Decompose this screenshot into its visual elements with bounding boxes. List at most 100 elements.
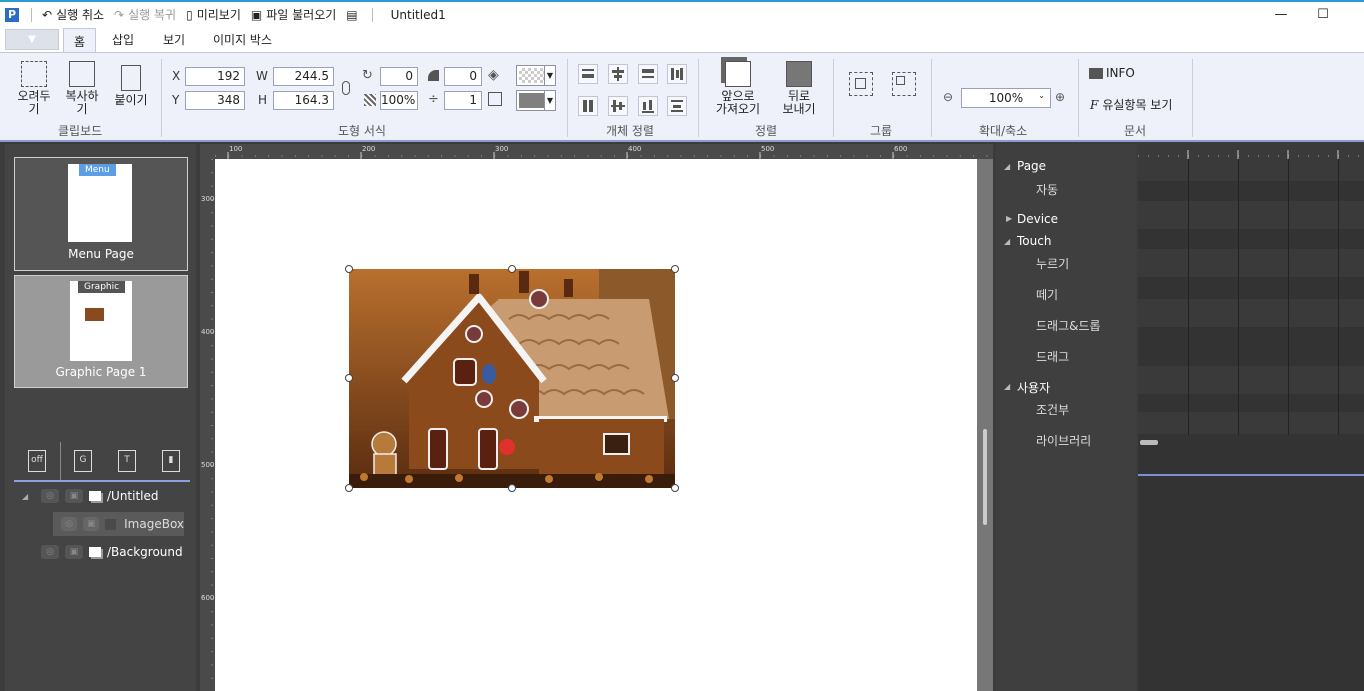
copy-button[interactable]: 복사하 기 [62, 61, 102, 116]
layer-imagebox[interactable]: ◎ ▣ ImageBox [53, 512, 184, 536]
event-touch[interactable]: Touch [1017, 234, 1051, 248]
collapse-icon[interactable]: ◢ [1004, 382, 1010, 391]
paste-button[interactable]: 붙이기 [110, 65, 152, 107]
rotation-input[interactable]: 0 [380, 67, 418, 86]
timeline-row[interactable] [1138, 159, 1364, 181]
fill-bucket-icon[interactable]: ◈ [488, 67, 499, 83]
stroke-width-input[interactable]: 1 [444, 91, 482, 110]
page-thumb-graphic[interactable]: Graphic Graphic Page 1 [14, 275, 188, 388]
bring-forward-button[interactable]: 앞으로 가져오기 [708, 61, 768, 116]
minimize-button[interactable]: — [1258, 2, 1304, 27]
canvas-scrollbar[interactable] [977, 159, 993, 691]
y-input[interactable]: 348 [185, 91, 245, 110]
missing-items-button[interactable]: F 유실항목 보기 [1090, 96, 1172, 113]
add-text-button[interactable]: T [118, 450, 136, 472]
align-left-button[interactable] [578, 96, 598, 116]
height-input[interactable]: 164.3 [273, 91, 334, 110]
distribute-v-button[interactable] [667, 96, 687, 116]
fill-color-picker[interactable]: ▼ [516, 65, 556, 86]
timeline-row[interactable] [1138, 366, 1364, 394]
resize-handle[interactable] [508, 484, 516, 492]
eye-icon[interactable]: ◎ [41, 545, 59, 559]
zoom-in-icon[interactable]: ⊕ [1055, 90, 1065, 104]
tab-insert[interactable]: 삽입 [112, 31, 134, 48]
eye-icon[interactable]: ◎ [41, 489, 59, 503]
lock-icon[interactable]: ▣ [65, 545, 83, 559]
file-menu-button[interactable]: ▼ [5, 29, 59, 50]
add-group-button[interactable]: G [74, 450, 92, 472]
collapse-icon[interactable]: ◢ [1004, 162, 1010, 171]
resize-handle[interactable] [345, 484, 353, 492]
align-top-button[interactable] [578, 64, 598, 84]
align-bottom-button[interactable] [638, 96, 658, 116]
lock-icon[interactable]: ▣ [65, 489, 83, 503]
opacity-input[interactable]: 100% [380, 91, 418, 110]
expand-icon[interactable]: ▶ [1006, 214, 1012, 223]
resize-handle[interactable] [671, 484, 679, 492]
lock-icon[interactable]: ▣ [83, 517, 100, 531]
stroke-color-picker[interactable]: ▼ [516, 90, 556, 111]
event-device[interactable]: Device [1017, 212, 1058, 226]
resize-handle[interactable] [508, 265, 516, 273]
link-ratio-icon[interactable] [342, 81, 350, 95]
event-user-library[interactable]: 라이브러리 [1036, 432, 1091, 449]
tab-view[interactable]: 보기 [163, 31, 185, 48]
event-auto[interactable]: 자동 [1036, 181, 1058, 198]
collapse-icon[interactable]: ◢ [1004, 237, 1010, 246]
timeline-row[interactable] [1138, 249, 1364, 277]
eye-icon[interactable]: ◎ [61, 517, 78, 531]
tab-home[interactable]: 홈 [63, 28, 97, 53]
zoom-out-icon[interactable]: ⊖ [943, 90, 953, 104]
cut-button[interactable]: 오려두 기 [14, 61, 54, 116]
distribute-h-button[interactable] [667, 64, 687, 84]
zoom-select[interactable]: 100% ⌄ [961, 88, 1051, 108]
divider [931, 59, 932, 137]
scrollbar-thumb[interactable] [983, 429, 987, 525]
corner-radius-input[interactable]: 0 [444, 67, 482, 86]
save-button[interactable]: ▤ [346, 8, 361, 22]
tab-image-box[interactable]: 이미지 박스 [213, 31, 272, 48]
maximize-button[interactable]: ☐ [1300, 2, 1346, 27]
event-page[interactable]: Page [1017, 159, 1046, 173]
collapse-icon[interactable]: ◢ [22, 492, 28, 501]
ruler-label: 200 [362, 145, 376, 153]
timeline-ruler [1138, 144, 1364, 159]
timeline-row[interactable] [1138, 201, 1364, 229]
hide-layer-button[interactable]: off [28, 450, 46, 472]
preview-button[interactable]: ▯ 미리보기 [186, 6, 241, 23]
group-button[interactable] [849, 72, 873, 96]
event-touch-drag[interactable]: 드래그 [1036, 348, 1069, 365]
event-touch-drag-drop[interactable]: 드래그&드롭 [1036, 317, 1101, 334]
resize-handle[interactable] [345, 374, 353, 382]
ungroup-button[interactable] [892, 72, 916, 96]
resize-handle[interactable] [671, 374, 679, 382]
timeline-row[interactable] [1138, 299, 1364, 327]
delete-layer-button[interactable]: ▮ [162, 450, 180, 472]
document-group-label: 문서 [1124, 124, 1147, 138]
resize-handle[interactable] [671, 265, 679, 273]
page-thumb-menu[interactable]: Menu Menu Page [14, 157, 188, 271]
border-icon[interactable] [488, 92, 502, 106]
event-touch-press[interactable]: 누르기 [1036, 255, 1069, 272]
redo-button[interactable]: ↷ 실행 복귀 [114, 6, 176, 23]
layer-untitled[interactable]: ◎ ▣ /Untitled [41, 484, 159, 508]
save-icon: ▤ [346, 7, 358, 22]
width-input[interactable]: 244.5 [273, 67, 334, 86]
align-middle-button[interactable] [608, 96, 628, 116]
send-backward-button[interactable]: 뒤로 보내기 [774, 61, 824, 116]
undo-button[interactable]: ↶ 실행 취소 [42, 6, 104, 23]
event-user-conditional[interactable]: 조건부 [1036, 401, 1069, 418]
align-right-button[interactable] [638, 64, 658, 84]
resize-handle[interactable] [345, 265, 353, 273]
image-box[interactable] [349, 269, 675, 488]
timeline-row[interactable] [1138, 412, 1364, 434]
align-center-h-button[interactable] [608, 64, 628, 84]
x-input[interactable]: 192 [185, 67, 245, 86]
layer-background[interactable]: ◎ ▣ /Background [41, 540, 183, 564]
info-button[interactable]: INFO [1089, 66, 1135, 80]
event-touch-release[interactable]: 떼기 [1036, 286, 1058, 303]
open-file-button[interactable]: ▣ 파일 불러오기 [251, 6, 336, 23]
event-user[interactable]: 사용자 [1017, 379, 1050, 396]
transparent-swatch [519, 68, 545, 83]
timeline-scrollbar-thumb[interactable] [1140, 440, 1158, 445]
